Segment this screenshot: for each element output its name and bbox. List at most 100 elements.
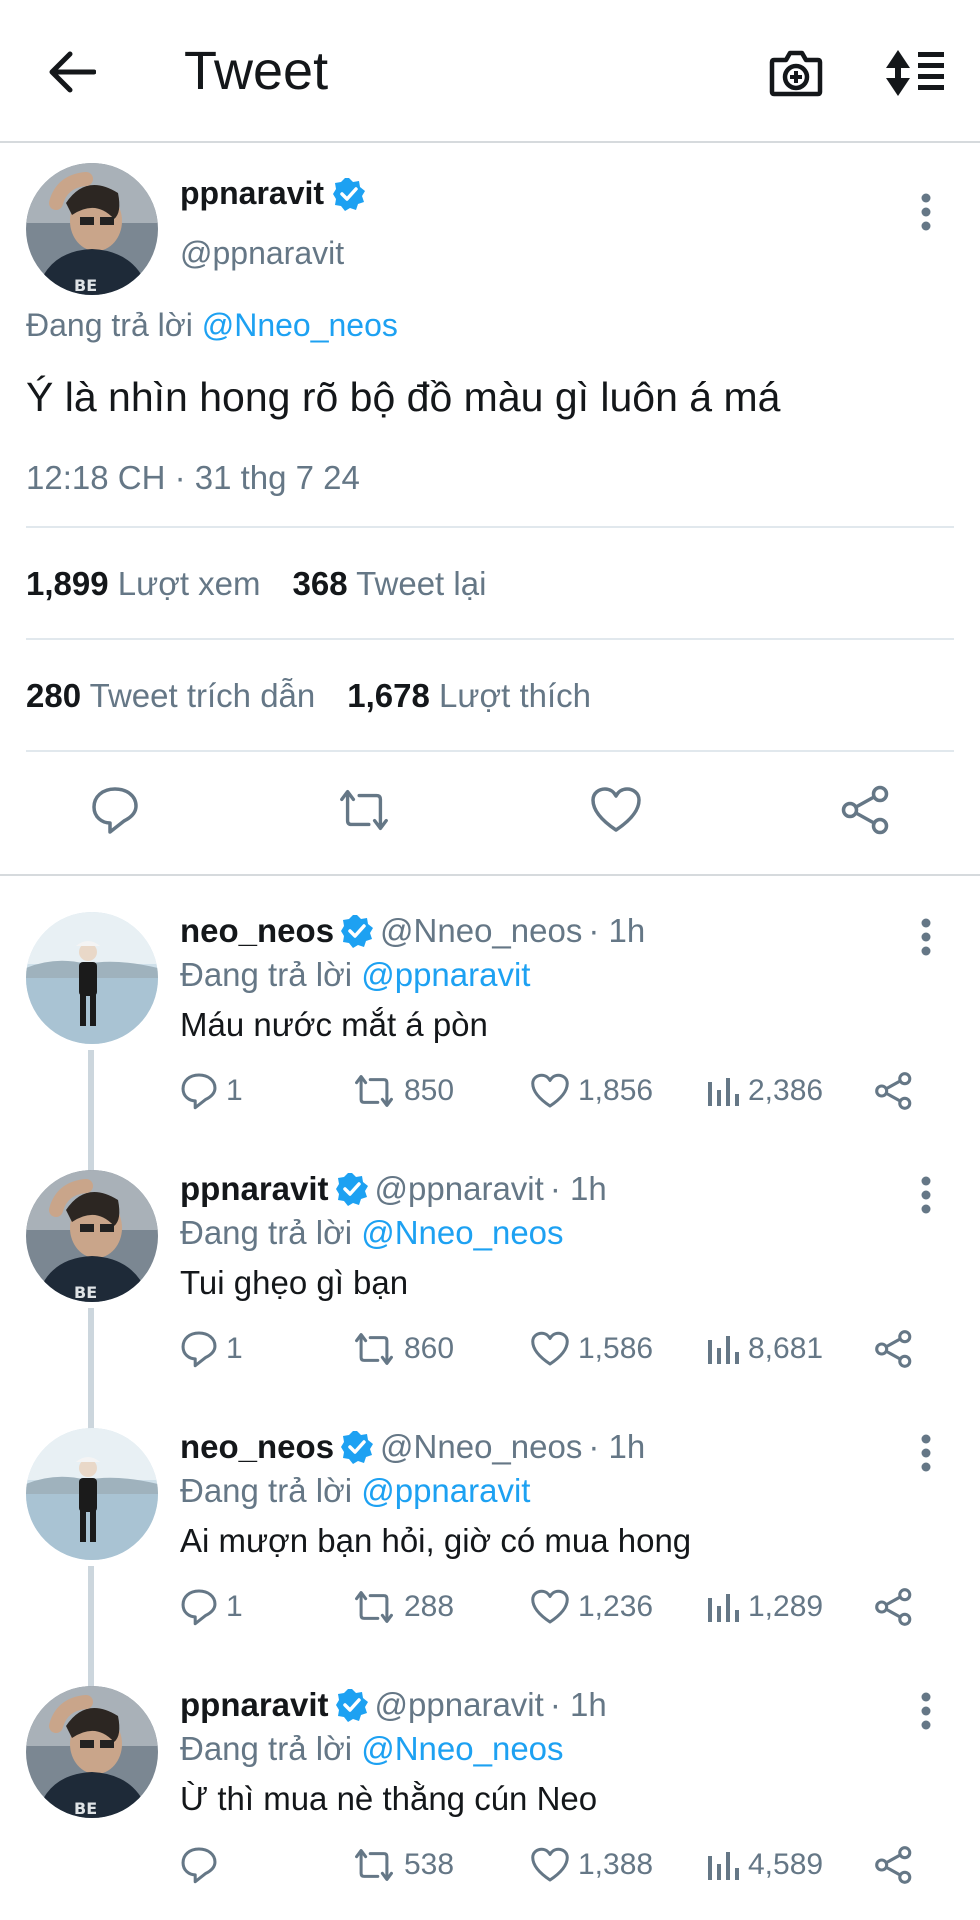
- reply-icon: [181, 1589, 217, 1626]
- divider: [26, 526, 954, 528]
- views-count: 2,386: [748, 1074, 824, 1107]
- replying-to: Đang trả lời @ppnaravit: [180, 1472, 530, 1510]
- tweet-text: Ý là nhìn hong rõ bộ đồ màu gì luôn á má: [26, 374, 781, 420]
- mention-link[interactable]: @Nneo_neos: [361, 1214, 563, 1251]
- stats-row-views-retweets: 1,899 Lượt xem 368 Tweet lại: [26, 565, 486, 603]
- avatar[interactable]: BE: [26, 1686, 158, 1818]
- more-options-button[interactable]: [908, 187, 944, 237]
- retweet-button[interactable]: [336, 782, 392, 838]
- avatar[interactable]: BE: [26, 1170, 158, 1302]
- reply-icon: [92, 787, 138, 834]
- svg-text:BE: BE: [74, 1799, 97, 1818]
- replying-prefix: Đang trả lời: [180, 956, 353, 993]
- reply-count: 1: [226, 1590, 243, 1623]
- retweet-button[interactable]: 850: [352, 1066, 454, 1116]
- views-button[interactable]: 2,386: [706, 1066, 823, 1116]
- more-options-button[interactable]: [908, 1170, 944, 1220]
- like-count: 1,856: [578, 1074, 654, 1107]
- retweet-count: 538: [404, 1848, 455, 1881]
- avatar[interactable]: [26, 1428, 158, 1560]
- reply-header: ppnaravit @ppnaravit · 1h: [180, 1170, 607, 1208]
- reply-tweet[interactable]: BE ppnaravit @ppnaravit · 1h Đang trả lờ…: [0, 1134, 980, 1392]
- reply-count: 1: [226, 1332, 243, 1365]
- reply-tweet[interactable]: BE ppnaravit @ppnaravit · 1h Đang trả lờ…: [0, 1650, 980, 1908]
- more-vertical-icon: [921, 1434, 931, 1472]
- sort-icon: [886, 50, 944, 96]
- author-name-text: ppnaravit: [180, 175, 325, 211]
- reply-time: · 1h: [588, 912, 646, 949]
- more-options-button[interactable]: [908, 1428, 944, 1478]
- reply-button[interactable]: 1: [180, 1324, 243, 1374]
- quotes-stat[interactable]: 280 Tweet trích dẫn: [26, 677, 315, 715]
- more-options-button[interactable]: [908, 912, 944, 962]
- share-button[interactable]: [874, 1840, 914, 1890]
- reply-icon: [181, 1847, 217, 1884]
- like-button[interactable]: [588, 782, 644, 838]
- views-button[interactable]: 4,589: [706, 1840, 823, 1890]
- replying-prefix: Đang trả lời: [180, 1730, 353, 1767]
- more-options-button[interactable]: [908, 1686, 944, 1736]
- more-vertical-icon: [921, 1692, 931, 1730]
- views-button[interactable]: 1,289: [706, 1582, 823, 1632]
- reply-button[interactable]: [180, 1840, 226, 1890]
- verified-badge-icon: [333, 177, 366, 211]
- views-button[interactable]: 8,681: [706, 1324, 823, 1374]
- author-handle: @ppnaravit: [374, 1170, 544, 1207]
- reply-button[interactable]: 1: [180, 1066, 243, 1116]
- reply-text: Máu nước mắt á pòn: [180, 1006, 488, 1043]
- like-icon: [591, 787, 641, 832]
- reply-button[interactable]: 1: [180, 1582, 243, 1632]
- mention-link[interactable]: @Nneo_neos: [361, 1730, 563, 1767]
- share-button[interactable]: [838, 782, 894, 838]
- retweet-button[interactable]: 860: [352, 1324, 454, 1374]
- author-handle: @ppnaravit: [374, 1686, 544, 1723]
- avatar[interactable]: [26, 912, 158, 1044]
- share-icon: [875, 1588, 912, 1626]
- back-button[interactable]: [42, 44, 102, 100]
- retweets-stat[interactable]: 368 Tweet lại: [293, 565, 487, 603]
- author-name[interactable]: ppnaravit: [180, 175, 366, 212]
- retweet-button[interactable]: 288: [352, 1582, 454, 1632]
- reply-button[interactable]: [87, 782, 143, 838]
- retweets-label: Tweet lại: [356, 565, 487, 602]
- verified-badge-icon: [335, 1173, 368, 1206]
- tweet-timestamp: 12:18 CH · 31 thg 7 24: [26, 459, 360, 496]
- views-count: 8,681: [748, 1332, 824, 1365]
- reply-tweet[interactable]: neo_neos @Nneo_neos · 1h Đang trả lời @p…: [0, 876, 980, 1134]
- verified-badge-icon: [341, 1431, 374, 1464]
- share-button[interactable]: [874, 1066, 914, 1116]
- author-name[interactable]: ppnaravit: [180, 1170, 329, 1208]
- views-count: 4,589: [748, 1848, 824, 1881]
- reply-time: · 1h: [549, 1686, 607, 1723]
- like-count: 1,388: [578, 1848, 654, 1881]
- author-name[interactable]: ppnaravit: [180, 1686, 329, 1724]
- likes-stat[interactable]: 1,678 Lượt thích: [347, 677, 591, 715]
- svg-text:BE: BE: [74, 1283, 97, 1302]
- share-button[interactable]: [874, 1582, 914, 1632]
- camera-plus-icon: [769, 50, 823, 97]
- reply-text: Tui ghẹo gì bạn: [180, 1264, 409, 1301]
- like-button[interactable]: 1,236: [530, 1582, 653, 1632]
- mention-link[interactable]: @ppnaravit: [361, 956, 530, 993]
- like-button[interactable]: 1,388: [530, 1840, 653, 1890]
- mention-link[interactable]: @ppnaravit: [361, 1472, 530, 1509]
- avatar[interactable]: BE: [26, 163, 158, 295]
- like-button[interactable]: 1,856: [530, 1066, 653, 1116]
- tweet-action-bar: [0, 752, 980, 862]
- reply-tweet[interactable]: neo_neos @Nneo_neos · 1h Đang trả lời @p…: [0, 1392, 980, 1650]
- retweet-count: 850: [404, 1074, 455, 1107]
- reply-icon: [181, 1073, 217, 1110]
- camera-button[interactable]: [764, 42, 828, 104]
- views-stat[interactable]: 1,899 Lượt xem: [26, 565, 261, 603]
- reply-header: neo_neos @Nneo_neos · 1h: [180, 912, 645, 950]
- mention-link[interactable]: @Nneo_neos: [202, 307, 398, 343]
- views-icon: [708, 1852, 739, 1880]
- author-name[interactable]: neo_neos: [180, 1428, 334, 1466]
- like-button[interactable]: 1,586: [530, 1324, 653, 1374]
- reply-header: ppnaravit @ppnaravit · 1h: [180, 1686, 607, 1724]
- author-name[interactable]: neo_neos: [180, 912, 334, 950]
- sort-button[interactable]: [880, 42, 950, 104]
- views-count: 1,289: [748, 1590, 824, 1623]
- share-button[interactable]: [874, 1324, 914, 1374]
- retweet-button[interactable]: 538: [352, 1840, 454, 1890]
